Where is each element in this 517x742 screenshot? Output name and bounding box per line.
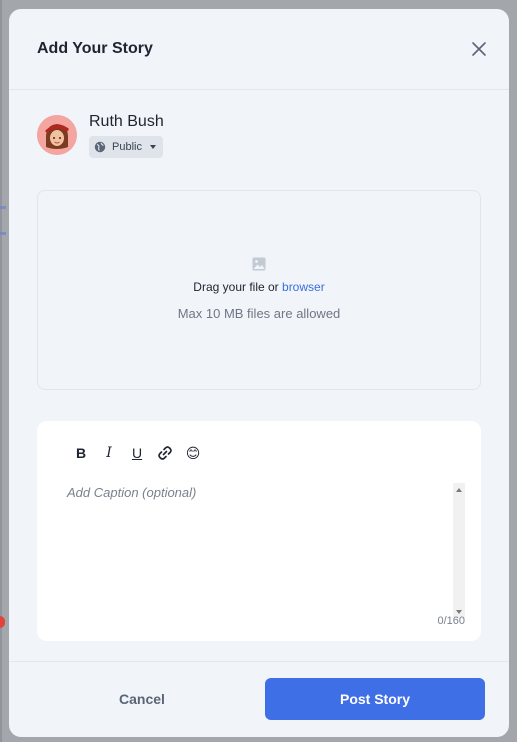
avatar — [37, 115, 77, 155]
image-icon — [252, 257, 266, 271]
editor-toolbar: B I U 😊 — [67, 443, 207, 463]
drop-text: Drag your file or browser — [193, 280, 324, 294]
scroll-up-icon[interactable] — [456, 488, 462, 492]
upload-hint: Max 10 MB files are allowed — [177, 306, 341, 321]
character-counter: 0/160 — [437, 615, 465, 627]
privacy-dropdown[interactable]: Public — [89, 136, 163, 158]
emoji-icon[interactable]: 😊 — [179, 443, 207, 463]
close-icon — [472, 42, 486, 56]
file-dropzone[interactable]: Drag your file or browser Max 10 MB file… — [37, 190, 481, 390]
modal-title: Add Your Story — [37, 40, 153, 57]
post-story-button[interactable]: Post Story — [265, 678, 485, 720]
underline-icon[interactable]: U — [123, 443, 151, 463]
bold-icon[interactable]: B — [67, 443, 95, 463]
user-name: Ruth Bush — [89, 113, 164, 130]
add-story-modal: Add Your Story Ruth Bush Public Drag you… — [9, 9, 509, 737]
user-info: Ruth Bush Public — [89, 112, 164, 158]
italic-icon[interactable]: I — [95, 443, 123, 463]
drag-text: Drag your file or — [193, 280, 279, 294]
backdrop-artifact — [0, 232, 6, 235]
link-button[interactable] — [151, 443, 179, 463]
caret-down-icon — [149, 145, 156, 149]
link-icon — [158, 446, 172, 460]
backdrop-artifact — [0, 206, 6, 209]
caption-editor: B I U 😊 Add Caption (optional) 0/160 — [37, 421, 481, 641]
scroll-down-icon[interactable] — [456, 610, 462, 614]
caption-input[interactable]: Add Caption (optional) — [67, 485, 453, 611]
modal-header: Add Your Story — [9, 9, 509, 90]
privacy-label: Public — [112, 141, 142, 153]
modal-footer: Cancel Post Story — [9, 661, 509, 737]
caption-scrollbar[interactable] — [453, 483, 465, 619]
globe-icon — [94, 141, 106, 153]
cancel-button[interactable]: Cancel — [65, 678, 219, 720]
user-row: Ruth Bush Public — [9, 90, 509, 190]
browse-link[interactable]: browser — [282, 280, 325, 294]
close-button[interactable] — [468, 38, 490, 60]
